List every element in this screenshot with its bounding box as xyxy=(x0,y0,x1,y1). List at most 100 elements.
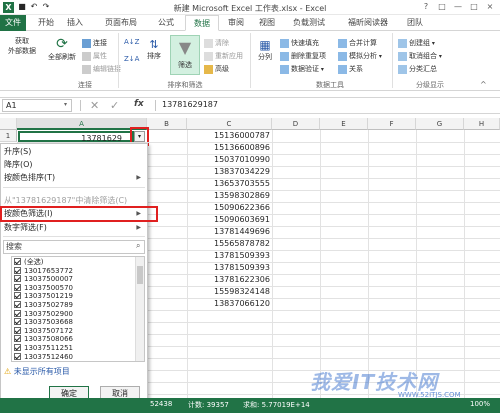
cell-c15[interactable]: 13837066120 xyxy=(187,298,272,310)
cell-c8[interactable]: 15090603691 xyxy=(187,214,272,226)
enter-icon[interactable]: ✓ xyxy=(110,99,119,112)
remove-duplicates-label: 删除重复项 xyxy=(291,52,326,60)
ungroup-button[interactable]: 取消组合 ▾ xyxy=(398,51,442,61)
reapply-button[interactable]: 重新应用 xyxy=(204,51,243,61)
cell-c13[interactable]: 13781622306 xyxy=(187,274,272,286)
connections-button[interactable]: 连接 xyxy=(82,38,107,48)
relationships-button[interactable]: 关系 xyxy=(338,64,363,74)
cell-c5[interactable]: 13653703555 xyxy=(187,178,272,190)
what-if-button[interactable]: 模拟分析 ▾ xyxy=(338,51,382,61)
remove-duplicates-button[interactable]: 删除重复项 xyxy=(280,51,326,61)
column-header-e[interactable]: E xyxy=(320,118,368,130)
filter-value-label: 13037500570 xyxy=(24,283,73,292)
menu-item-0[interactable]: 升序(S) xyxy=(3,145,145,158)
cell-c12[interactable]: 13781509393 xyxy=(187,262,272,274)
checkbox-checked-icon[interactable] xyxy=(14,275,21,283)
group-button[interactable]: 创建组 ▾ xyxy=(398,38,435,48)
checkbox-checked-icon[interactable] xyxy=(14,258,21,265)
ribbon-display-button[interactable]: □ xyxy=(434,1,450,13)
sort-ascending-button[interactable]: A↓Z xyxy=(124,38,139,46)
column-header-h[interactable]: H xyxy=(464,118,500,130)
sort-descending-button[interactable]: Z↓A xyxy=(124,55,139,63)
formula-input[interactable]: 13781629187 xyxy=(162,100,218,109)
data-validation-button[interactable]: 数据验证 ▾ xyxy=(280,64,324,74)
name-box-dropdown-icon[interactable]: ▾ xyxy=(64,101,67,108)
menu-item-2[interactable]: 按颜色排序(T) ▶ xyxy=(3,171,145,184)
checkbox-checked-icon[interactable] xyxy=(14,352,21,360)
zoom-level[interactable]: 100% xyxy=(470,400,490,408)
cell-c1[interactable]: 15136000787 xyxy=(187,130,272,142)
tab-page-layout[interactable]: 页面布局 xyxy=(94,15,148,31)
cell-c3[interactable]: 15037010990 xyxy=(187,154,272,166)
column-header-f[interactable]: F xyxy=(368,118,416,130)
cancel-icon[interactable]: ✕ xyxy=(90,99,99,112)
refresh-all-button[interactable]: ⟳ 全部刷新 xyxy=(44,36,80,62)
checkbox-checked-icon[interactable] xyxy=(14,266,21,274)
column-header-g[interactable]: G xyxy=(416,118,464,130)
scrollbar-thumb[interactable] xyxy=(137,266,143,284)
filter-value-list[interactable]: (全选) 13017653772 13037500007 13037500570 130… xyxy=(11,256,145,362)
ribbon-divider xyxy=(392,33,393,88)
filter-button[interactable]: ▼ 筛选 xyxy=(170,35,200,75)
properties-button[interactable]: 属性 xyxy=(82,51,107,61)
get-external-data-button[interactable]: 获取 外部数据 xyxy=(1,36,43,56)
menu-item-5[interactable]: 数字筛选(F) ▶ xyxy=(3,221,145,234)
cell-c9[interactable]: 13781449696 xyxy=(187,226,272,238)
sort-button[interactable]: ⇅ 排序 xyxy=(143,38,165,61)
collapse-ribbon-icon[interactable]: ^ xyxy=(480,80,487,89)
filter-search-input[interactable]: 搜索 xyxy=(3,240,145,254)
cell-c4[interactable]: 13837034229 xyxy=(187,166,272,178)
advanced-filter-button[interactable]: 高级 xyxy=(204,64,229,74)
maximize-button[interactable]: □ xyxy=(466,1,482,13)
flash-fill-button[interactable]: 快速填充 xyxy=(280,38,319,48)
subtotal-button[interactable]: 分类汇总 xyxy=(398,64,437,74)
tab-review[interactable]: 审阅 xyxy=(223,15,249,31)
tab-team[interactable]: 团队 xyxy=(402,15,428,31)
row-header-1[interactable]: 1 xyxy=(0,130,17,142)
cell-a1[interactable]: 13781629 xyxy=(18,131,134,143)
edit-links-button[interactable]: 编辑链接 xyxy=(82,64,121,74)
list-scrollbar[interactable] xyxy=(135,257,144,361)
column-header-d[interactable]: D xyxy=(272,118,320,130)
warning-icon: ⚠ xyxy=(4,367,12,376)
checkbox-checked-icon[interactable] xyxy=(14,301,21,308)
minimize-button[interactable]: — xyxy=(450,1,466,13)
checkbox-checked-icon[interactable] xyxy=(14,283,21,291)
remove-duplicates-icon xyxy=(280,51,289,61)
column-header-b[interactable]: B xyxy=(147,118,187,130)
checkbox-checked-icon[interactable] xyxy=(14,309,21,317)
tab-foxit-reader[interactable]: 福昕阅读器 xyxy=(338,15,398,31)
filter-value-label: 13037500007 xyxy=(24,275,73,284)
clear-filter-button[interactable]: 清除 xyxy=(204,38,229,48)
insert-function-icon[interactable]: fx xyxy=(134,99,144,109)
tab-view[interactable]: 视图 xyxy=(254,15,280,31)
cell-c14[interactable]: 15598324148 xyxy=(187,286,272,298)
checkbox-checked-icon[interactable] xyxy=(14,344,21,351)
text-to-columns-button[interactable]: ▦ 分列 xyxy=(253,38,277,62)
checkbox-checked-icon[interactable] xyxy=(14,292,21,300)
tab-formulas[interactable]: 公式 xyxy=(153,15,179,31)
cell-c6[interactable]: 13598302869 xyxy=(187,190,272,202)
column-header-c[interactable]: C xyxy=(187,118,272,130)
consolidate-button[interactable]: 合并计算 xyxy=(338,38,377,48)
not-all-items-warning[interactable]: ⚠ 未显示所有项目 xyxy=(4,366,146,378)
cell-c2[interactable]: 15136600896 xyxy=(187,142,272,154)
close-button[interactable]: × xyxy=(482,1,498,13)
tab-insert[interactable]: 插入 xyxy=(62,15,88,31)
tab-file[interactable]: 文件 xyxy=(0,15,26,31)
cell-c10[interactable]: 15565878782 xyxy=(187,238,272,250)
tab-load-test[interactable]: 负载测试 xyxy=(284,15,334,31)
checkbox-checked-icon[interactable] xyxy=(14,318,21,326)
column-header-a[interactable]: A xyxy=(17,118,147,130)
name-box[interactable]: A1 xyxy=(2,99,72,112)
menu-item-1[interactable]: 降序(O) xyxy=(3,158,145,171)
help-button[interactable]: ? xyxy=(418,1,434,13)
checkbox-checked-icon[interactable] xyxy=(14,335,21,343)
cell-c7[interactable]: 15090622366 xyxy=(187,202,272,214)
filter-value-item[interactable]: 13037512460 xyxy=(14,352,73,361)
select-all-corner[interactable] xyxy=(0,118,17,130)
cell-c11[interactable]: 13781509393 xyxy=(187,250,272,262)
checkbox-checked-icon[interactable] xyxy=(14,326,21,334)
tab-data[interactable]: 数据 xyxy=(185,15,219,31)
tab-home[interactable]: 开始 xyxy=(33,15,59,31)
